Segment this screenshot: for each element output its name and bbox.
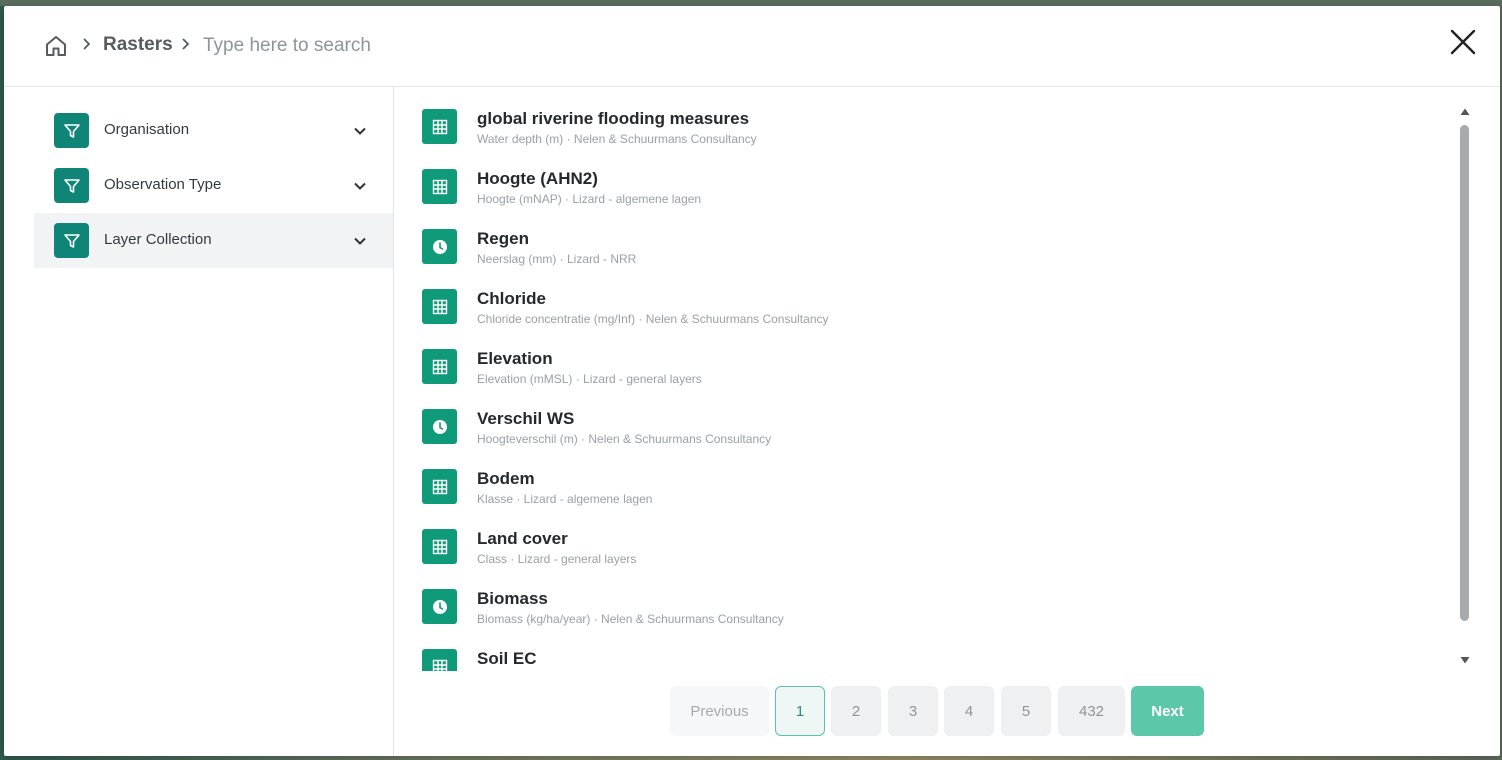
- result-title: Land cover: [477, 529, 568, 548]
- grid-icon: [422, 469, 457, 504]
- result-title: Elevation: [477, 349, 553, 368]
- chevron-right-icon: [83, 38, 91, 50]
- grid-icon: [422, 349, 457, 384]
- result-subtitle: Biomass (kg/ha/year) · Nelen & Schuurman…: [477, 612, 784, 626]
- grid-icon: [422, 109, 457, 144]
- search-modal: Rasters Organisation Observation Type: [4, 6, 1500, 756]
- result-item[interactable]: Hoogte (AHN2) Hoogte (mNAP) · Lizard - al…: [395, 147, 1455, 207]
- filter-sidebar: Organisation Observation Type Layer Coll…: [4, 87, 394, 756]
- result-subtitle: Water depth (m) · Nelen & Schuurmans Con…: [477, 132, 757, 146]
- result-title: global riverine flooding measures: [477, 109, 750, 128]
- result-subtitle: Hoogte (mNAP) · Lizard - algemene lagen: [477, 192, 702, 206]
- filter-icon: [54, 113, 89, 148]
- clock-icon: [422, 589, 457, 624]
- chevron-down-icon: [354, 237, 366, 245]
- result-subtitle: Neerslag (mm) · Lizard - NRR: [477, 252, 637, 266]
- result-title: Bodem: [477, 469, 535, 488]
- filter-icon: [54, 223, 89, 258]
- page-button-last[interactable]: 432: [1058, 686, 1125, 736]
- modal-header: Rasters: [4, 6, 1500, 87]
- result-title: Regen: [477, 229, 529, 248]
- result-item[interactable]: Elevation Elevation (mMSL) · Lizard - gen…: [395, 327, 1455, 387]
- grid-icon: [422, 649, 457, 671]
- result-item[interactable]: Biomass Biomass (kg/ha/year) · Nelen & Sc…: [395, 567, 1455, 627]
- results-panel: global riverine flooding measures Water d…: [395, 87, 1500, 756]
- filter-icon: [54, 168, 89, 203]
- result-title: Biomass: [477, 589, 548, 608]
- result-item[interactable]: Chloride Chloride concentratie (mg/Inf) ·…: [395, 267, 1455, 327]
- close-icon[interactable]: [1448, 27, 1478, 57]
- filter-organisation[interactable]: Organisation: [34, 103, 393, 158]
- result-item[interactable]: Bodem Klasse · Lizard - algemene lagen: [395, 447, 1455, 507]
- clock-icon: [422, 229, 457, 264]
- next-page-button[interactable]: Next: [1131, 686, 1204, 736]
- grid-icon: [422, 169, 457, 204]
- result-subtitle: Class · Lizard - general layers: [477, 552, 637, 566]
- result-title: Soil EC: [477, 649, 537, 668]
- chevron-right-icon: [182, 38, 190, 50]
- search-input[interactable]: [203, 30, 803, 62]
- page-button-2[interactable]: 2: [831, 686, 881, 736]
- grid-icon: [422, 289, 457, 324]
- scrollbar[interactable]: [1458, 105, 1472, 665]
- page-button-5[interactable]: 5: [1001, 686, 1051, 736]
- filter-observation-type[interactable]: Observation Type: [34, 158, 393, 213]
- filter-layer-collection[interactable]: Layer Collection: [34, 213, 393, 268]
- result-title: Hoogte (AHN2): [477, 169, 598, 188]
- page-button-1[interactable]: 1: [775, 686, 825, 736]
- result-item[interactable]: Soil EC: [395, 627, 1455, 671]
- scrollbar-thumb[interactable]: [1460, 125, 1469, 621]
- filter-label: Organisation: [104, 121, 190, 138]
- result-title: Chloride: [477, 289, 546, 308]
- result-item[interactable]: Verschil WS Hoogteverschil (m) · Nelen & …: [395, 387, 1455, 447]
- previous-page-button[interactable]: Previous: [670, 686, 769, 736]
- home-icon[interactable]: [44, 34, 68, 58]
- chevron-down-icon: [354, 182, 366, 190]
- result-item[interactable]: global riverine flooding measures Water d…: [395, 87, 1455, 147]
- result-subtitle: Chloride concentratie (mg/Inf) · Nelen &…: [477, 312, 829, 326]
- scroll-down-arrow-icon[interactable]: [1460, 655, 1470, 665]
- page-button-4[interactable]: 4: [944, 686, 994, 736]
- result-subtitle: Hoogteverschil (m) · Nelen & Schuurmans …: [477, 432, 772, 446]
- scroll-up-arrow-icon[interactable]: [1460, 107, 1470, 117]
- filter-label: Observation Type: [104, 176, 222, 193]
- result-subtitle: Elevation (mMSL) · Lizard - general laye…: [477, 372, 702, 386]
- result-item[interactable]: Regen Neerslag (mm) · Lizard - NRR: [395, 207, 1455, 267]
- grid-icon: [422, 529, 457, 564]
- breadcrumb-rasters[interactable]: Rasters: [103, 34, 173, 56]
- filter-label: Layer Collection: [104, 231, 212, 248]
- chevron-down-icon: [354, 127, 366, 135]
- clock-icon: [422, 409, 457, 444]
- result-item[interactable]: Land cover Class · Lizard - general layer…: [395, 507, 1455, 567]
- result-subtitle: Klasse · Lizard - algemene lagen: [477, 492, 653, 506]
- results-list: global riverine flooding measures Water d…: [395, 87, 1455, 671]
- result-title: Verschil WS: [477, 409, 575, 428]
- page-button-3[interactable]: 3: [888, 686, 938, 736]
